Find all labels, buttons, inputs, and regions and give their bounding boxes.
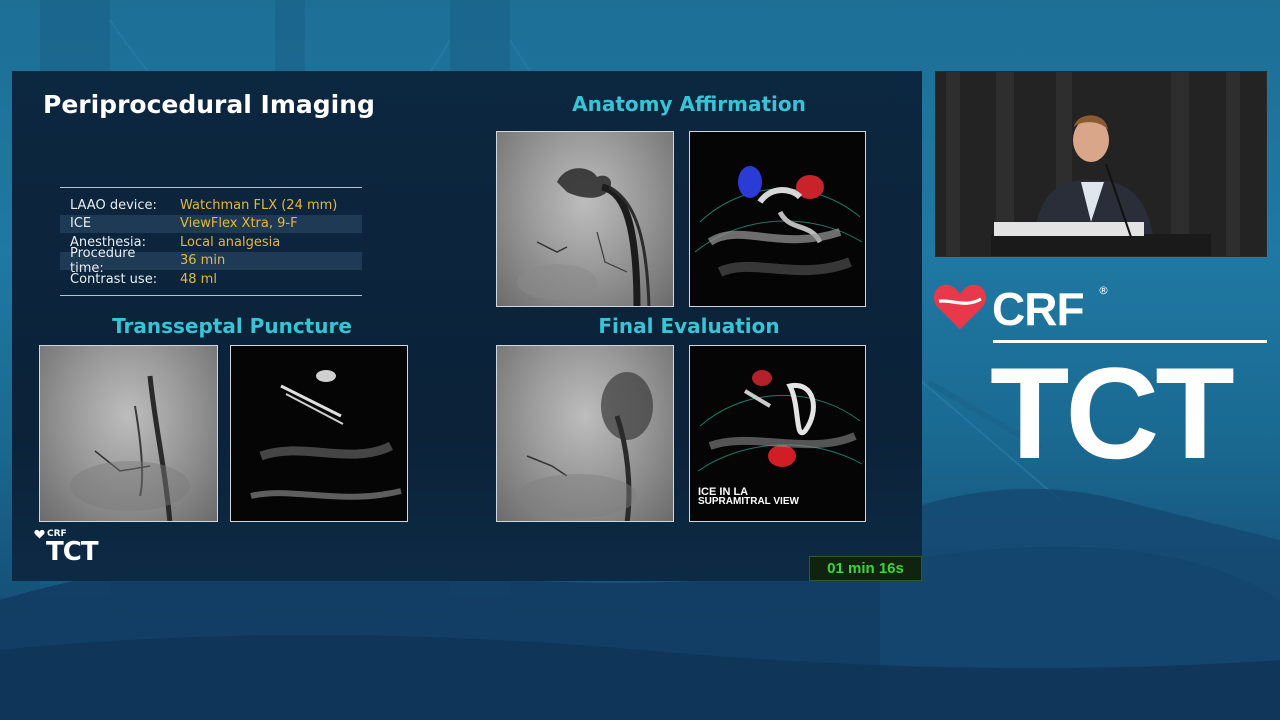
info-label: ICE (70, 216, 92, 232)
brand-crf-text: CRF (992, 283, 1085, 335)
presentation-timer: 01 min 16s (809, 556, 922, 581)
procedure-info-table: LAAO device: Watchman FLX (24 mm) ICE Vi… (60, 187, 362, 296)
slide-logo-tct: TCT (46, 537, 99, 567)
fluoroscopy-drawing (517, 372, 653, 521)
info-row-procedure-time: Procedure time: 36 min (60, 246, 362, 276)
final-fluoroscopy-image (496, 345, 674, 522)
info-row-contrast: Contrast use: 48 ml (60, 270, 362, 289)
presentation-slide: Periprocedural Imaging Anatomy Affirmati… (12, 71, 922, 581)
final-echo-image: ICE IN LA SUPRAMITRAL VIEW (689, 345, 866, 522)
info-value: 36 min (180, 253, 226, 269)
transseptal-echo-image (230, 345, 408, 522)
fluoroscopy-drawing (517, 168, 651, 306)
slide-title: Periprocedural Imaging (43, 90, 375, 119)
section-title-transseptal: Transseptal Puncture (112, 314, 352, 338)
info-row-device: LAAO device: Watchman FLX (24 mm) (60, 196, 362, 215)
crf-heart-icon (34, 529, 45, 539)
slide-logo: CRF TCT (34, 529, 99, 567)
info-value: ViewFlex Xtra, 9-F (180, 216, 298, 232)
section-title-final: Final Evaluation (598, 314, 780, 338)
crf-heart-icon (933, 284, 987, 330)
brand-registered-mark: ® (1098, 284, 1109, 297)
echo-drawing (250, 370, 402, 500)
fluoroscopy-drawing (70, 375, 190, 521)
speaker-video-drawing (936, 72, 1266, 256)
section-title-anatomy: Anatomy Affirmation (572, 92, 806, 116)
anatomy-fluoroscopy-image (496, 131, 674, 307)
info-label: Contrast use: (70, 271, 158, 287)
echo-label-line2: SUPRAMITRAL VIEW (698, 496, 799, 507)
brand-crf: CRF ® (930, 280, 1270, 336)
brand-tct-text: TCT (990, 340, 1235, 486)
speaker-video-feed (935, 71, 1267, 257)
info-value: 48 ml (180, 271, 217, 287)
echo-drawing (694, 166, 863, 277)
echo-view-label: ICE IN LA SUPRAMITRAL VIEW (698, 487, 799, 507)
info-label: LAAO device: (70, 197, 157, 213)
anatomy-echo-image (689, 131, 866, 307)
info-value: Watchman FLX (24 mm) (180, 197, 338, 213)
transseptal-fluoroscopy-image (39, 345, 218, 522)
info-value: Local analgesia (180, 234, 281, 250)
info-row-ice: ICE ViewFlex Xtra, 9-F (60, 214, 362, 233)
